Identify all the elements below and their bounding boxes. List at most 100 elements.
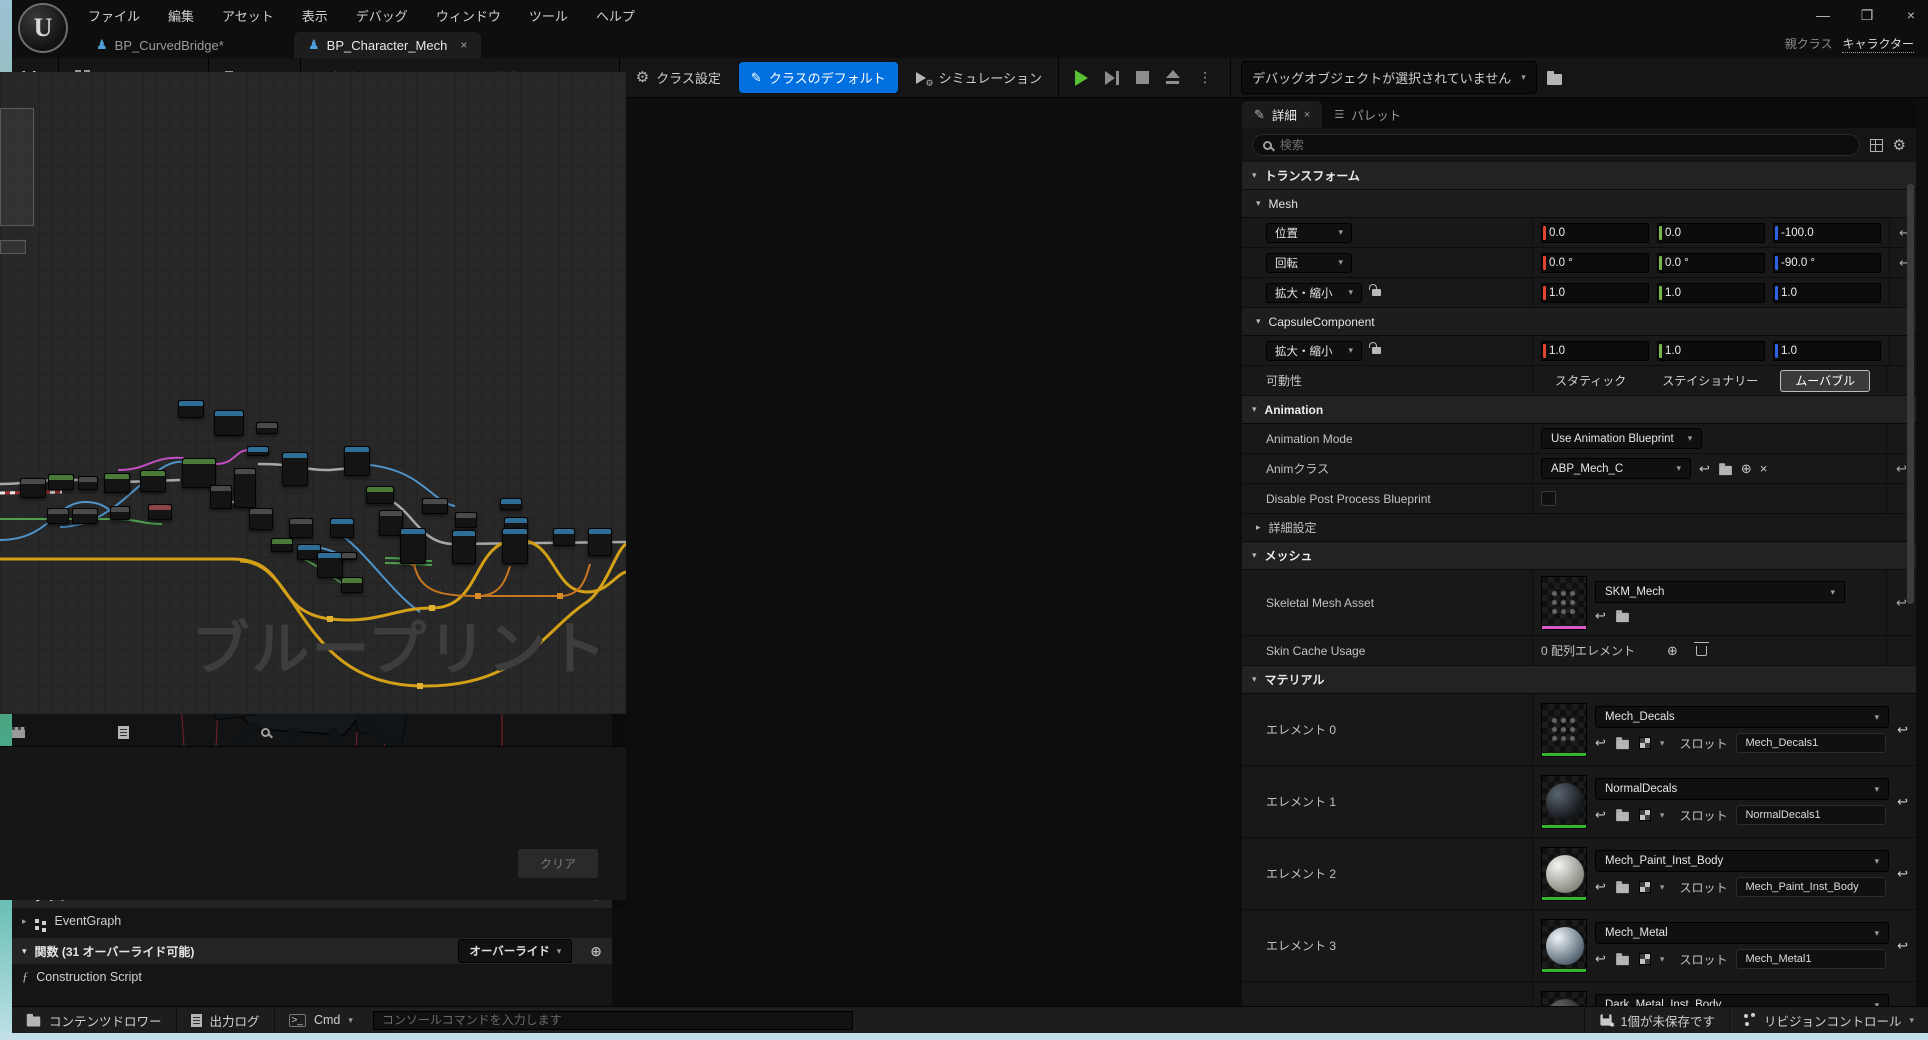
material-options-icon[interactable] <box>1639 809 1651 821</box>
blueprint-node[interactable] <box>148 504 172 520</box>
override-dropdown[interactable]: オーバーライド ▾ <box>458 939 572 963</box>
blueprint-node[interactable] <box>330 518 354 538</box>
cmd-dropdown[interactable]: >_ Cmd ▾ <box>275 1007 367 1033</box>
construction-script-row[interactable]: ƒ Construction Script <box>12 964 612 990</box>
mobility-movable-button[interactable]: ムーバブル <box>1780 370 1870 392</box>
rotation-dropdown[interactable]: 回転▾ <box>1266 253 1352 273</box>
play-options-icon[interactable]: ⋮ <box>1196 69 1214 86</box>
blueprint-node[interactable] <box>78 476 98 490</box>
menu-item-5[interactable]: ウィンドウ <box>424 2 513 29</box>
location-x-field[interactable]: 0.0 <box>1541 223 1649 243</box>
skeletal-mesh-thumbnail[interactable] <box>1541 576 1587 630</box>
use-selected-asset-icon[interactable]: ↩ <box>1595 951 1606 967</box>
use-selected-asset-icon[interactable]: ↩ <box>1595 807 1606 823</box>
section-materials[interactable]: ▾ マテリアル <box>1242 666 1916 694</box>
asset-tab-bp-character-mech[interactable]: ♟ BP_Character_Mech × <box>294 32 481 58</box>
event-graph-row[interactable]: ▸ EventGraph <box>12 908 612 934</box>
blueprint-node[interactable] <box>344 446 370 476</box>
scale-z-field[interactable]: 1.0 <box>1773 283 1881 303</box>
blueprint-node[interactable] <box>48 474 74 490</box>
rotation-z-field[interactable]: -90.0 ° <box>1773 253 1881 273</box>
debug-object-dropdown[interactable]: デバッグオブジェクトが選択されていません ▾ <box>1241 61 1537 94</box>
blueprint-node[interactable] <box>249 508 273 530</box>
blueprint-node[interactable] <box>182 458 216 488</box>
revision-control-button[interactable]: リビジョンコントロール ▾ <box>1730 1007 1928 1033</box>
blueprint-node[interactable] <box>588 528 612 556</box>
material-options-icon[interactable] <box>1639 881 1651 893</box>
close-button[interactable]: × <box>1902 7 1920 23</box>
material-dropdown[interactable]: Dark_Metal_Inst_Body ▾ <box>1595 994 1889 1006</box>
material-thumbnail[interactable] <box>1541 703 1587 757</box>
minimize-button[interactable]: — <box>1814 7 1832 23</box>
play-button[interactable] <box>1075 70 1088 86</box>
trash-icon[interactable] <box>1696 646 1707 656</box>
expand-icon[interactable]: ▸ <box>22 916 27 927</box>
blueprint-node[interactable] <box>455 512 477 528</box>
use-selected-asset-icon[interactable]: ↩ <box>1595 608 1606 624</box>
rotation-y-field[interactable]: 0.0 ° <box>1657 253 1765 273</box>
scale-z-field[interactable]: 1.0 <box>1773 341 1881 361</box>
blueprint-node[interactable] <box>234 468 256 508</box>
use-selected-asset-icon[interactable]: ↩ <box>1699 461 1710 477</box>
tab-details[interactable]: ✎ 詳細 × <box>1242 101 1322 128</box>
blueprint-node[interactable] <box>247 446 269 456</box>
material-dropdown[interactable]: Mech_Metal ▾ <box>1595 922 1889 944</box>
blueprint-node[interactable] <box>502 528 528 564</box>
blueprint-node[interactable] <box>400 528 426 564</box>
blueprint-node[interactable] <box>366 486 394 504</box>
animation-mode-dropdown[interactable]: Use Animation Blueprint ▾ <box>1541 428 1702 449</box>
material-thumbnail[interactable] <box>1541 919 1587 973</box>
menu-item-4[interactable]: デバッグ <box>344 2 420 29</box>
menu-item-6[interactable]: ツール <box>517 2 580 29</box>
scale-y-field[interactable]: 1.0 <box>1657 283 1765 303</box>
blueprint-node[interactable] <box>317 552 343 578</box>
maximize-button[interactable]: ❐ <box>1858 7 1876 24</box>
parent-class-link[interactable]: キャラクター <box>1842 35 1914 53</box>
details-scrollbar[interactable] <box>1907 184 1914 604</box>
slot-name-field[interactable]: Mech_Paint_Inst_Body <box>1736 877 1886 897</box>
lock-icon[interactable] <box>1372 289 1381 296</box>
anim-class-dropdown[interactable]: ABP_Mech_C ▾ <box>1541 458 1691 479</box>
frame-skip-button[interactable] <box>1104 70 1120 86</box>
blueprint-node[interactable] <box>178 400 204 418</box>
blueprint-graph-canvas[interactable]: ブループリント <box>0 72 626 714</box>
browse-asset-icon[interactable] <box>1616 812 1629 821</box>
clear-icon[interactable]: × <box>1760 461 1768 476</box>
blueprint-node[interactable] <box>72 508 98 524</box>
subsection-mesh[interactable]: ▾ Mesh <box>1242 190 1916 218</box>
material-thumbnail[interactable] <box>1541 847 1587 901</box>
class-settings-button[interactable]: ⚙ クラス設定 <box>630 63 727 92</box>
output-log-button[interactable]: 出力ログ <box>177 1007 275 1033</box>
blueprint-node[interactable] <box>20 478 46 498</box>
menu-item-2[interactable]: アセット <box>210 2 286 29</box>
slot-name-field[interactable]: Mech_Decals1 <box>1736 733 1886 753</box>
scale-dropdown[interactable]: 拡大・縮小▾ <box>1266 283 1362 303</box>
location-dropdown[interactable]: 位置▾ <box>1266 223 1352 243</box>
blueprint-node[interactable] <box>553 528 575 546</box>
close-icon[interactable]: × <box>1304 109 1310 121</box>
gear-icon[interactable]: ⚙ <box>1893 138 1906 153</box>
slot-name-field[interactable]: NormalDecals1 <box>1736 805 1886 825</box>
browse-asset-icon[interactable] <box>1616 740 1629 749</box>
section-transform[interactable]: ▾ トランスフォーム <box>1242 162 1916 190</box>
clear-button[interactable]: クリア <box>518 849 598 878</box>
blueprint-node[interactable] <box>282 452 308 486</box>
scale-x-field[interactable]: 1.0 <box>1541 283 1649 303</box>
browse-asset-icon[interactable] <box>1616 956 1629 965</box>
blueprint-node[interactable] <box>271 538 293 552</box>
menu-item-3[interactable]: 表示 <box>290 2 340 29</box>
add-function-icon[interactable]: ⊕ <box>590 943 602 960</box>
blueprint-node[interactable] <box>500 498 522 510</box>
unsaved-assets-button[interactable]: 1個が未保存です <box>1584 1007 1730 1033</box>
location-z-field[interactable]: -100.0 <box>1773 223 1881 243</box>
simulation-button[interactable]: シミュレーション <box>910 63 1048 92</box>
lock-icon[interactable] <box>1372 347 1381 354</box>
section-animation[interactable]: ▾ Animation <box>1242 396 1916 424</box>
use-selected-asset-icon[interactable]: ↩ <box>1595 879 1606 895</box>
mobility-static-button[interactable]: スタティック <box>1541 370 1640 392</box>
console-command-input[interactable] <box>373 1011 853 1030</box>
blueprint-node[interactable] <box>452 530 476 564</box>
blueprint-node[interactable] <box>341 552 357 560</box>
tab-palette[interactable]: ☰ パレット <box>1322 101 1413 128</box>
use-selected-asset-icon[interactable]: ↩ <box>1595 735 1606 751</box>
